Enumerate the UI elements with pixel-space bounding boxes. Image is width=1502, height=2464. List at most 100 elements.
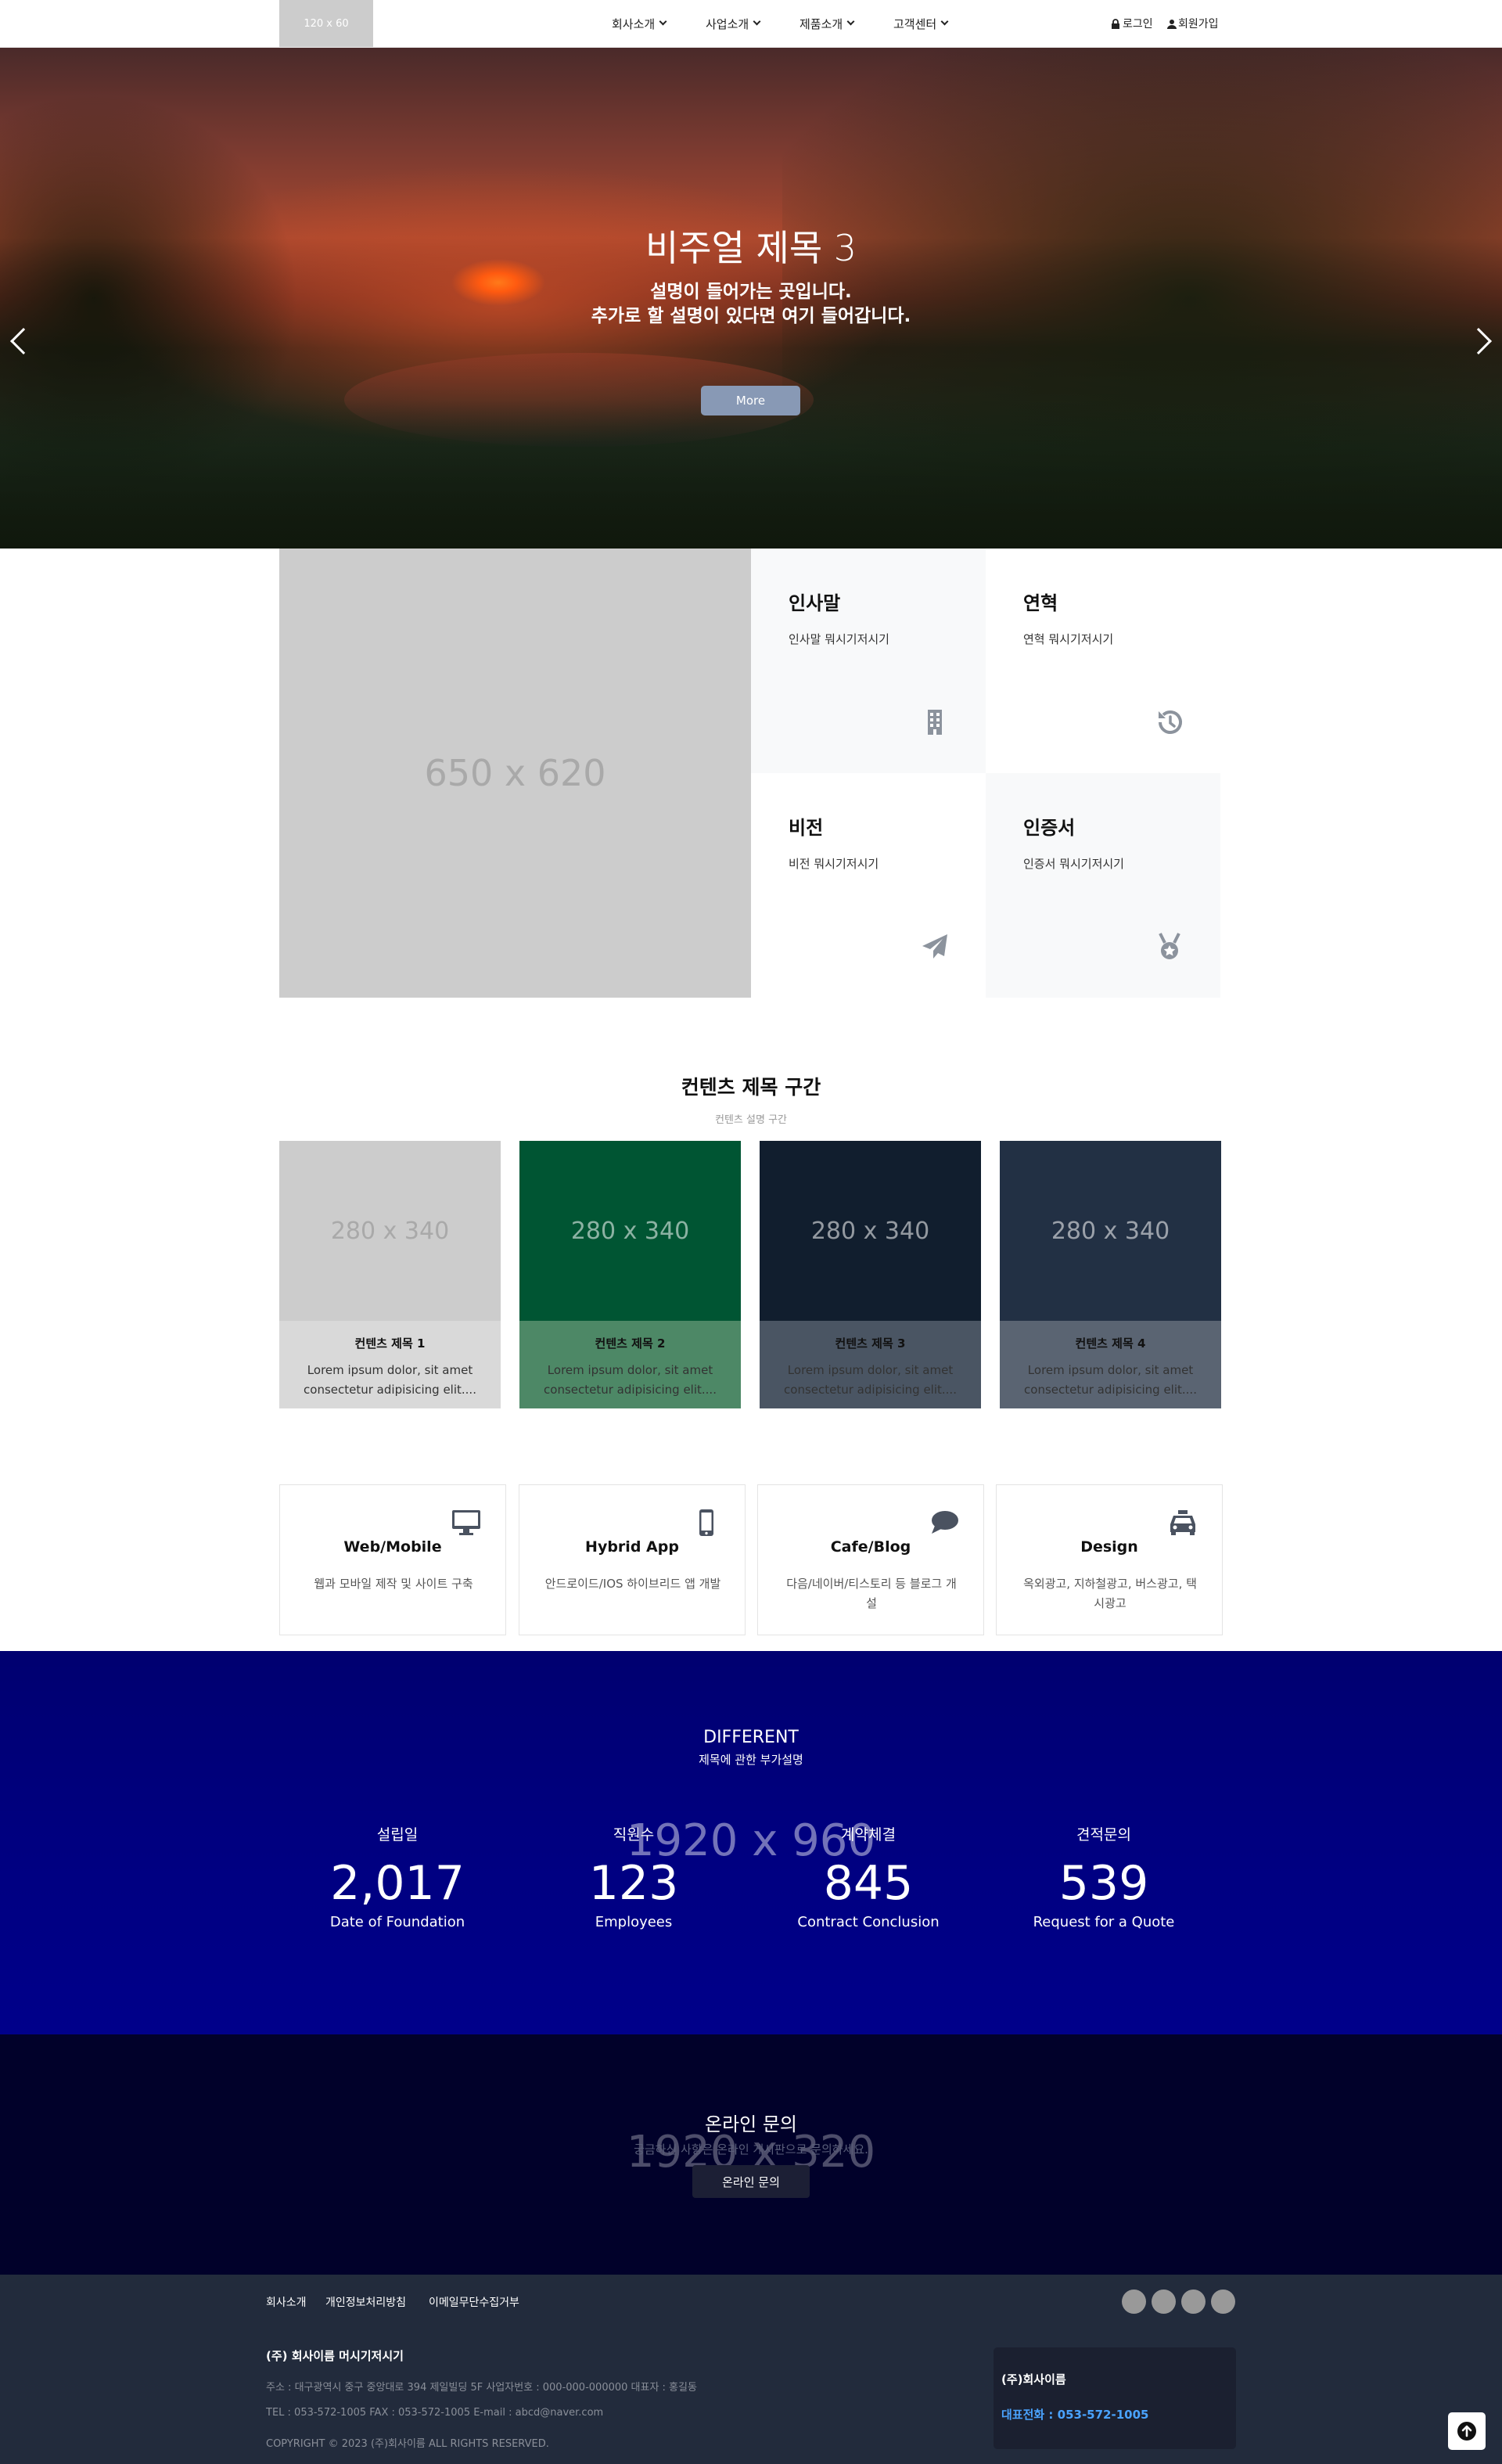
nav-item-business[interactable]: 사업소개	[706, 0, 761, 47]
sns-icon[interactable]	[1152, 2290, 1176, 2314]
service-box-app[interactable]: Hybrid App 안드로이드/IOS 하이브리드 앱 개발	[519, 1484, 746, 1635]
content-card[interactable]: 280 x 340 컨텐츠 제목 4 Lorem ipsum dolor, si…	[1000, 1141, 1221, 1408]
about-box-desc: 인사말 뭐시기저시기	[789, 632, 889, 646]
mobile-icon	[699, 1509, 713, 1536]
site-footer	[0, 2275, 1502, 2464]
content-card-title: 컨텐츠 제목 4	[1075, 1336, 1146, 1351]
login-label: 로그인	[1123, 18, 1153, 31]
service-desc: 옥외광고, 지하철광고, 버스광고, 택시광고	[1023, 1577, 1197, 1610]
content-card[interactable]: 280 x 340 컨텐츠 제목 2 Lorem ipsum dolor, si…	[519, 1141, 741, 1408]
about-box-title: 연혁	[1023, 592, 1058, 614]
content-card-title: 컨텐츠 제목 1	[354, 1336, 426, 1351]
counter-value: 2,017	[330, 1856, 465, 1911]
about-box-title: 인사말	[789, 592, 841, 614]
counter-label: 설립일	[376, 1826, 419, 1844]
scroll-to-top-button[interactable]	[1448, 2412, 1486, 2450]
about-box-certificate[interactable]: 인증서 인증서 뭐시기저시기	[986, 773, 1220, 998]
content-card-desc-line2: consectetur adipisicing elit....	[1024, 1383, 1197, 1397]
user-icon	[1167, 19, 1177, 29]
footer-company-name: (주) 회사이름 머시기저시기	[266, 2349, 404, 2363]
customer-service-box: (주)회사이름 대표전화 : 053-572-1005	[994, 2347, 1236, 2449]
service-title: Web/Mobile	[343, 1538, 442, 1556]
counter-label: 직원수	[613, 1826, 655, 1844]
about-box-history[interactable]: 연혁 연혁 뭐시기저시기	[986, 549, 1220, 773]
footer-link-company[interactable]: 회사소개	[266, 2294, 307, 2310]
counter-title: DIFFERENT	[703, 1728, 799, 1747]
content-card-desc-line1: Lorem ipsum dolor, sit amet	[307, 1363, 473, 1377]
content-card-caption: 컨텐츠 제목 3 Lorem ipsum dolor, sit amet con…	[760, 1321, 981, 1408]
content-card-desc-line1: Lorem ipsum dolor, sit amet	[547, 1363, 713, 1377]
building-icon	[928, 710, 942, 735]
inquiry-button[interactable]: 온라인 문의	[692, 2165, 810, 2198]
service-title: Design	[1080, 1538, 1138, 1556]
sns-icon[interactable]	[1211, 2290, 1235, 2314]
counter-english-label: Request for a Quote	[1033, 1914, 1175, 1930]
desktop-icon	[452, 1510, 480, 1535]
hero-more-button[interactable]: More	[701, 386, 800, 415]
lock-icon	[1112, 18, 1119, 29]
about-box-title: 인증서	[1023, 817, 1076, 839]
service-title: Cafe/Blog	[830, 1538, 911, 1556]
sns-icon[interactable]	[1122, 2290, 1146, 2314]
nav-label: 사업소개	[706, 16, 749, 31]
about-box-greeting[interactable]: 인사말 인사말 뭐시기저시기	[751, 549, 986, 773]
counter-value: 845	[823, 1856, 914, 1911]
history-icon	[1159, 710, 1182, 734]
content-card-caption: 컨텐츠 제목 4 Lorem ipsum dolor, sit amet con…	[1000, 1321, 1221, 1408]
service-box-blog[interactable]: Cafe/Blog 다음/네이버/티스토리 등 블로그 개설	[757, 1484, 984, 1635]
login-link[interactable]: 로그인	[1111, 0, 1153, 47]
service-desc: 다음/네이버/티스토리 등 블로그 개설	[786, 1577, 957, 1610]
cs-phone: 대표전화 : 053-572-1005	[1001, 2408, 1149, 2422]
content-card-image: 280 x 340	[279, 1141, 501, 1321]
service-box-web[interactable]: Web/Mobile 웹과 모바일 제작 및 사이트 구축	[279, 1484, 506, 1635]
hero-description-line1: 설명이 들어가는 곳입니다.	[650, 282, 852, 302]
taxi-icon	[1170, 1510, 1195, 1535]
paper-plane-icon	[922, 934, 947, 959]
counter-english-label: Employees	[595, 1914, 673, 1930]
nav-label: 고객센터	[893, 16, 937, 31]
content-card-desc-line2: consectetur adipisicing elit....	[544, 1383, 717, 1397]
counter-subtitle: 제목에 관한 부가설명	[699, 1753, 803, 1767]
site-header: 120 x 60 회사소개 사업소개 제품소개 고객센터 로그인 회원가입	[0, 0, 1502, 48]
about-box-desc: 인증서 뭐시기저시기	[1023, 857, 1124, 871]
service-box-design[interactable]: Design 옥외광고, 지하철광고, 버스광고, 택시광고	[996, 1484, 1223, 1635]
content-card-title: 컨텐츠 제목 2	[595, 1336, 666, 1351]
hero-title: 비주얼 제목 3	[645, 227, 857, 269]
counter-value: 123	[588, 1856, 679, 1911]
content-card-image: 280 x 340	[760, 1141, 981, 1321]
nav-label: 회사소개	[612, 16, 656, 31]
about-box-vision[interactable]: 비전 비전 뭐시기저시기	[751, 773, 986, 998]
nav-label: 제품소개	[800, 16, 843, 31]
contents-section-subtitle: 컨텐츠 설명 구간	[715, 1114, 787, 1126]
sns-icon[interactable]	[1181, 2290, 1206, 2314]
join-label: 회원가입	[1178, 18, 1219, 31]
chevron-down-icon	[659, 17, 667, 26]
footer-link-email-policy[interactable]: 이메일무단수집거부	[429, 2294, 519, 2310]
site-logo[interactable]: 120 x 60	[279, 0, 373, 47]
content-card[interactable]: 280 x 340 컨텐츠 제목 3 Lorem ipsum dolor, si…	[760, 1141, 981, 1408]
contents-section-title: 컨텐츠 제목 구간	[681, 1076, 821, 1099]
content-card-desc-line2: consectetur adipisicing elit....	[784, 1383, 957, 1397]
hero-description-line2: 추가로 할 설명이 있다면 여기 들어갑니다.	[591, 306, 911, 326]
chat-icon	[932, 1511, 958, 1534]
service-title: Hybrid App	[585, 1538, 679, 1556]
content-card-desc-line1: Lorem ipsum dolor, sit amet	[787, 1363, 954, 1377]
content-card[interactable]: 280 x 340 컨텐츠 제목 1 Lorem ipsum dolor, si…	[279, 1141, 501, 1408]
footer-link-privacy[interactable]: 개인정보처리방침	[325, 2294, 406, 2310]
inquiry-desc: 궁금하신 사항은 온라인 게시판으로 문의하세요.	[634, 2142, 868, 2156]
content-card-image: 280 x 340	[519, 1141, 741, 1321]
footer-copyright: COPYRIGHT © 2023 (주)회사이름 ALL RIGHTS RESE…	[266, 2438, 549, 2450]
content-card-title: 컨텐츠 제목 3	[835, 1336, 906, 1351]
counter-english-label: Contract Conclusion	[797, 1914, 940, 1930]
join-link[interactable]: 회원가입	[1167, 0, 1219, 47]
cs-company-name: (주)회사이름	[1001, 2372, 1066, 2387]
nav-item-company[interactable]: 회사소개	[612, 0, 667, 47]
chevron-down-icon	[846, 17, 855, 26]
counter-value: 539	[1058, 1856, 1149, 1911]
about-box-desc: 비전 뭐시기저시기	[789, 857, 879, 871]
hero-ground	[0, 400, 1502, 549]
hero-slider: 비주얼 제목 3 설명이 들어가는 곳입니다. 추가로 할 설명이 있다면 여기…	[0, 48, 1502, 549]
nav-item-products[interactable]: 제품소개	[800, 0, 855, 47]
content-card-caption: 컨텐츠 제목 1 Lorem ipsum dolor, sit amet con…	[279, 1321, 501, 1408]
nav-item-support[interactable]: 고객센터	[893, 0, 949, 47]
